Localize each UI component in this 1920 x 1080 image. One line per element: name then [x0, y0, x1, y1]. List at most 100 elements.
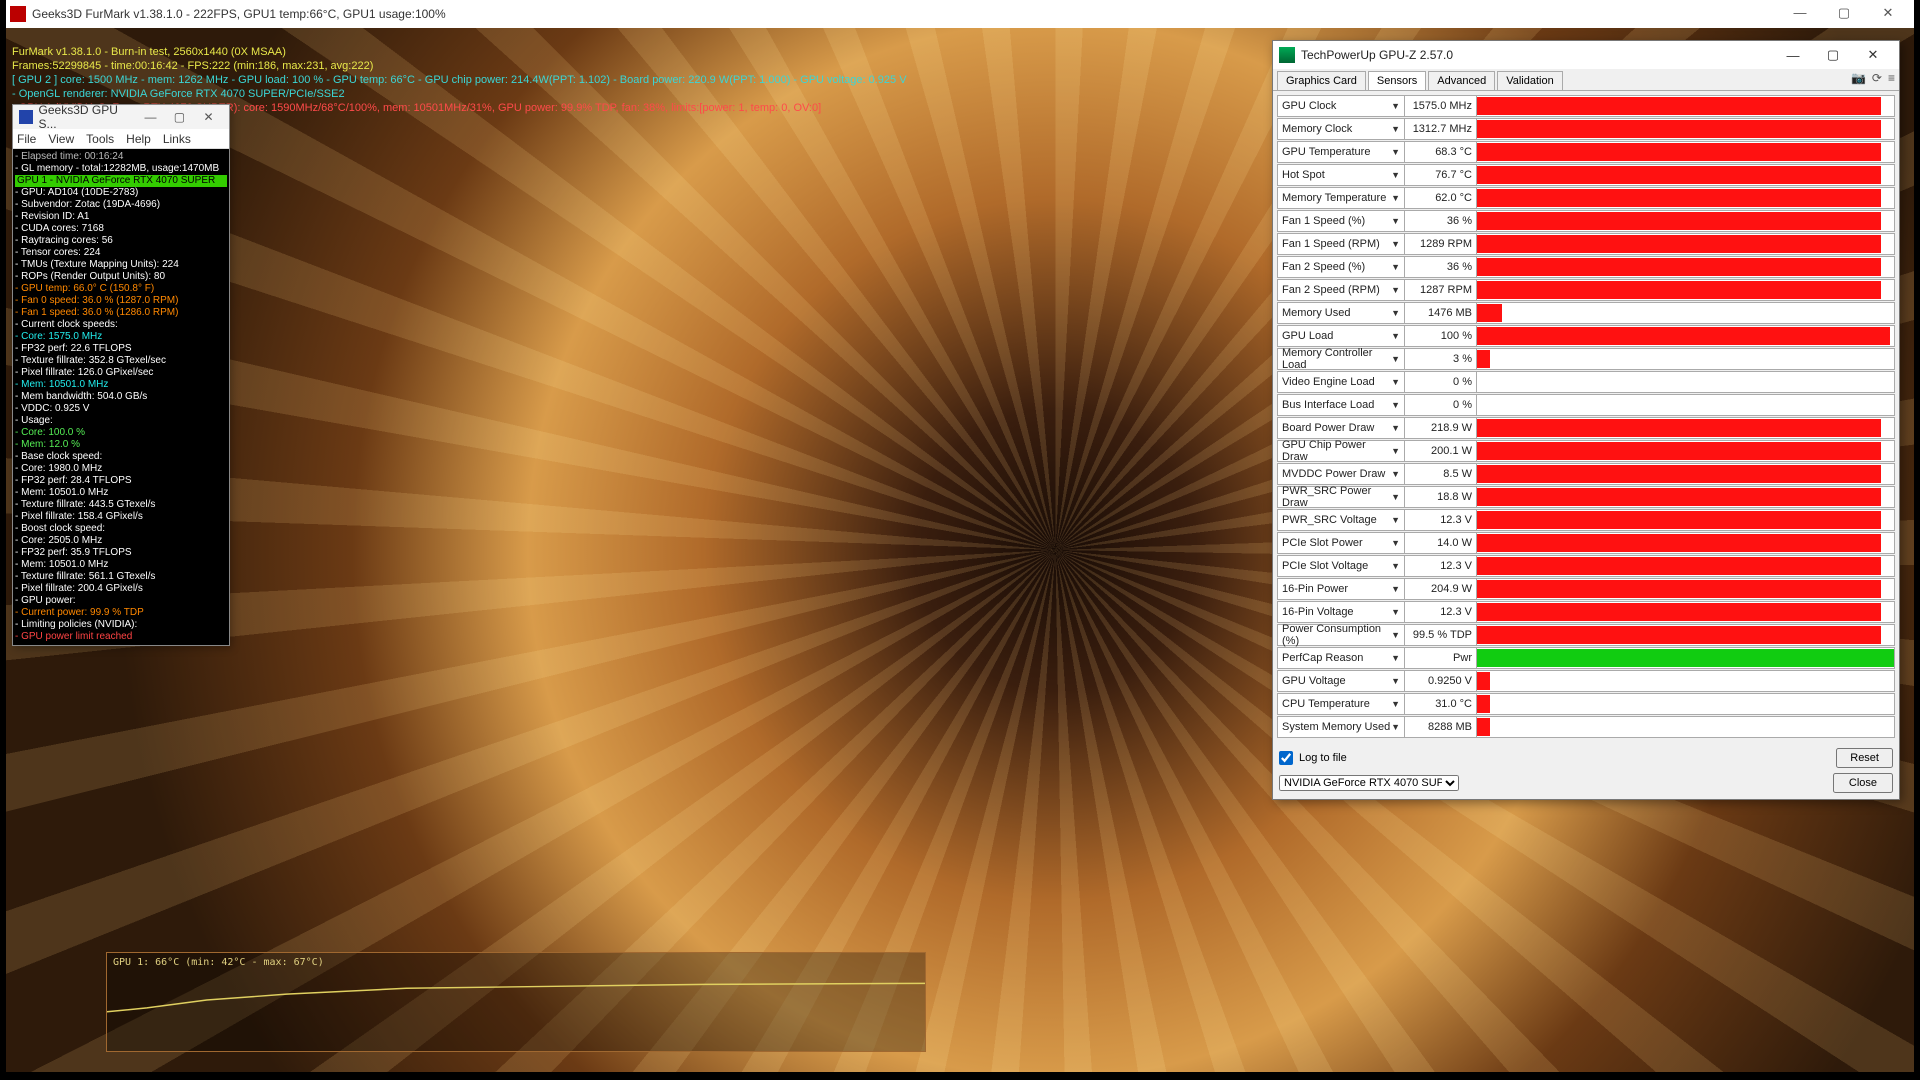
chevron-down-icon[interactable]: ▼ [1391, 216, 1400, 226]
sensor-value: 3 % [1405, 348, 1477, 370]
menu-icon[interactable]: ≡ [1888, 71, 1895, 85]
sensor-label[interactable]: PWR_SRC Power Draw▼ [1277, 486, 1405, 508]
menu-help[interactable]: Help [126, 132, 151, 146]
sensor-label[interactable]: GPU Chip Power Draw▼ [1277, 440, 1405, 462]
chevron-down-icon[interactable]: ▼ [1391, 676, 1400, 686]
chevron-down-icon[interactable]: ▼ [1391, 584, 1400, 594]
chevron-down-icon[interactable]: ▼ [1391, 262, 1400, 272]
gpushark-line: - Current power: 99.9 % TDP [15, 607, 227, 619]
tab-advanced[interactable]: Advanced [1428, 71, 1495, 90]
sensor-label[interactable]: GPU Clock▼ [1277, 95, 1405, 117]
sensor-label[interactable]: Video Engine Load▼ [1277, 371, 1405, 393]
reset-button[interactable]: Reset [1836, 748, 1893, 768]
menu-view[interactable]: View [48, 132, 74, 146]
gpushark-window[interactable]: Geeks3D GPU S... — ▢ ✕ File View Tools H… [12, 104, 230, 646]
sensor-label[interactable]: Fan 2 Speed (RPM)▼ [1277, 279, 1405, 301]
chevron-down-icon[interactable]: ▼ [1391, 423, 1400, 433]
sensor-label[interactable]: Hot Spot▼ [1277, 164, 1405, 186]
close-button[interactable]: ✕ [1853, 47, 1893, 63]
sensor-label[interactable]: GPU Load▼ [1277, 325, 1405, 347]
sensor-label[interactable]: Fan 2 Speed (%)▼ [1277, 256, 1405, 278]
gpushark-line: - Usage: [15, 415, 227, 427]
furmark-titlebar[interactable]: Geeks3D FurMark v1.38.1.0 - 222FPS, GPU1… [6, 0, 1914, 28]
chevron-down-icon[interactable]: ▼ [1391, 515, 1400, 525]
chevron-down-icon[interactable]: ▼ [1391, 630, 1400, 640]
gpu-select[interactable]: NVIDIA GeForce RTX 4070 SUPER [1279, 775, 1459, 791]
gpushark-line: - Limiting policies (NVIDIA): [15, 619, 227, 631]
gpushark-line: - Current clock speeds: [15, 319, 227, 331]
chevron-down-icon[interactable]: ▼ [1391, 538, 1400, 548]
sensor-label[interactable]: GPU Voltage▼ [1277, 670, 1405, 692]
chevron-down-icon[interactable]: ▼ [1391, 722, 1400, 732]
sensor-label[interactable]: PCIe Slot Voltage▼ [1277, 555, 1405, 577]
minimize-button[interactable]: — [136, 110, 165, 124]
sensor-label[interactable]: CPU Temperature▼ [1277, 693, 1405, 715]
chevron-down-icon[interactable]: ▼ [1391, 400, 1400, 410]
gpuz-titlebar[interactable]: TechPowerUp GPU-Z 2.57.0 — ▢ ✕ [1273, 41, 1899, 69]
chevron-down-icon[interactable]: ▼ [1391, 308, 1400, 318]
chevron-down-icon[interactable]: ▼ [1391, 239, 1400, 249]
sensor-label[interactable]: MVDDC Power Draw▼ [1277, 463, 1405, 485]
log-to-file-checkbox[interactable] [1279, 751, 1293, 765]
gpuz-window[interactable]: TechPowerUp GPU-Z 2.57.0 — ▢ ✕ Graphics … [1272, 40, 1900, 800]
gpushark-titlebar[interactable]: Geeks3D GPU S... — ▢ ✕ [13, 105, 229, 129]
maximize-button[interactable]: ▢ [165, 110, 194, 124]
sensor-value: 1287 RPM [1405, 279, 1477, 301]
menu-tools[interactable]: Tools [86, 132, 114, 146]
chevron-down-icon[interactable]: ▼ [1391, 377, 1400, 387]
sensor-label[interactable]: Bus Interface Load▼ [1277, 394, 1405, 416]
sensor-row: Bus Interface Load▼0 % [1277, 394, 1895, 416]
sensor-label[interactable]: PWR_SRC Voltage▼ [1277, 509, 1405, 531]
tab-validation[interactable]: Validation [1497, 71, 1563, 90]
sensor-label[interactable]: Memory Used▼ [1277, 302, 1405, 324]
chevron-down-icon[interactable]: ▼ [1391, 607, 1400, 617]
chevron-down-icon[interactable]: ▼ [1391, 492, 1400, 502]
sensor-label[interactable]: Fan 1 Speed (RPM)▼ [1277, 233, 1405, 255]
chevron-down-icon[interactable]: ▼ [1391, 561, 1400, 571]
chevron-down-icon[interactable]: ▼ [1391, 170, 1400, 180]
sensor-label[interactable]: Board Power Draw▼ [1277, 417, 1405, 439]
screenshot-icon[interactable]: 📷 [1851, 71, 1866, 85]
refresh-icon[interactable]: ⟳ [1872, 71, 1882, 85]
gpushark-line: GPU 1 - NVIDIA GeForce RTX 4070 SUPER [15, 175, 227, 187]
sensor-graph [1477, 233, 1895, 255]
sensor-label[interactable]: 16-Pin Power▼ [1277, 578, 1405, 600]
sensor-label[interactable]: Fan 1 Speed (%)▼ [1277, 210, 1405, 232]
chevron-down-icon[interactable]: ▼ [1391, 699, 1400, 709]
minimize-button[interactable]: — [1778, 1, 1822, 27]
menu-file[interactable]: File [17, 132, 36, 146]
chevron-down-icon[interactable]: ▼ [1391, 331, 1400, 341]
chevron-down-icon[interactable]: ▼ [1391, 124, 1400, 134]
sensor-graph [1477, 164, 1895, 186]
close-button[interactable]: ✕ [1866, 1, 1910, 27]
tab-graphics-card[interactable]: Graphics Card [1277, 71, 1366, 90]
sensor-label[interactable]: System Memory Used▼ [1277, 716, 1405, 738]
chevron-down-icon[interactable]: ▼ [1391, 147, 1400, 157]
chevron-down-icon[interactable]: ▼ [1391, 101, 1400, 111]
maximize-button[interactable]: ▢ [1813, 47, 1853, 63]
sensor-label[interactable]: Memory Clock▼ [1277, 118, 1405, 140]
maximize-button[interactable]: ▢ [1822, 1, 1866, 27]
chevron-down-icon[interactable]: ▼ [1391, 285, 1400, 295]
sensor-row: Memory Temperature▼62.0 °C [1277, 187, 1895, 209]
menu-links[interactable]: Links [163, 132, 191, 146]
chevron-down-icon[interactable]: ▼ [1391, 446, 1400, 456]
sensor-label[interactable]: GPU Temperature▼ [1277, 141, 1405, 163]
sensor-value: 12.3 V [1405, 601, 1477, 623]
sensor-row: GPU Load▼100 % [1277, 325, 1895, 347]
chevron-down-icon[interactable]: ▼ [1391, 469, 1400, 479]
close-button[interactable]: ✕ [194, 110, 223, 124]
sensor-value: 36 % [1405, 210, 1477, 232]
chevron-down-icon[interactable]: ▼ [1391, 354, 1400, 364]
minimize-button[interactable]: — [1773, 48, 1813, 63]
sensor-label[interactable]: Memory Temperature▼ [1277, 187, 1405, 209]
chevron-down-icon[interactable]: ▼ [1391, 193, 1400, 203]
tab-sensors[interactable]: Sensors [1368, 71, 1426, 90]
sensor-label[interactable]: Memory Controller Load▼ [1277, 348, 1405, 370]
chevron-down-icon[interactable]: ▼ [1391, 653, 1400, 663]
sensor-label[interactable]: 16-Pin Voltage▼ [1277, 601, 1405, 623]
sensor-label[interactable]: Power Consumption (%)▼ [1277, 624, 1405, 646]
sensor-label[interactable]: PCIe Slot Power▼ [1277, 532, 1405, 554]
close-button[interactable]: Close [1833, 773, 1893, 793]
sensor-label[interactable]: PerfCap Reason▼ [1277, 647, 1405, 669]
